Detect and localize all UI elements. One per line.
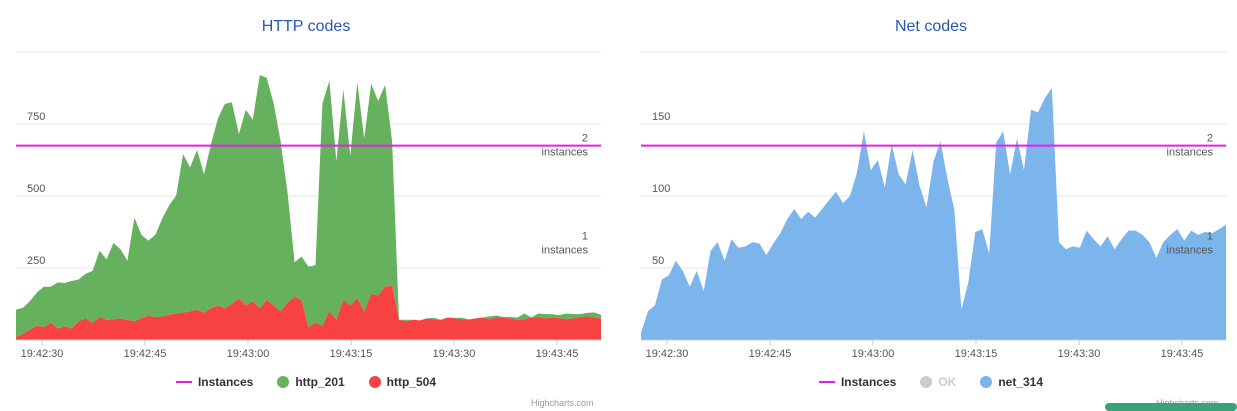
legend-label: net_314: [998, 374, 1044, 389]
legend-dot-symbol: [277, 375, 290, 388]
x-tick-label: 19:43:15: [955, 348, 998, 360]
legend-line-symbol: [818, 380, 835, 383]
x-tick-label: 19:42:30: [21, 348, 64, 360]
legend-label: Instances: [197, 374, 254, 389]
plot-line-label: 1: [582, 231, 588, 243]
net-codes-panel: Net codes 50 100 150 2 instances 1 instances 19…: [625, 0, 1237, 411]
y-tick-label: 100: [652, 183, 670, 195]
legend-dot-symbol: [368, 375, 381, 388]
y-tick-label: 750: [27, 111, 45, 123]
plot-line-label: instances: [542, 147, 589, 159]
chart-legend: Instances OK net_314: [625, 374, 1237, 389]
x-tick-label: 19:42:45: [749, 348, 792, 360]
legend-item-instances[interactable]: Instances: [818, 374, 897, 389]
scroll-indicator[interactable]: [1105, 403, 1237, 411]
legend-dot-symbol: [980, 375, 993, 388]
legend-dot-symbol: [920, 375, 933, 388]
legend-item-net_314[interactable]: net_314: [980, 375, 1043, 389]
legend-item-http_201[interactable]: http_201: [277, 374, 345, 389]
legend-item-instances[interactable]: Instances: [175, 374, 254, 389]
x-tick-label: 19:43:30: [1058, 348, 1101, 360]
legend-line-symbol: [175, 380, 192, 383]
series-area-net_314: [641, 88, 1226, 340]
legend-label: Instances: [840, 374, 897, 389]
legend-label: http_504: [386, 374, 437, 389]
x-tick-label: 19:43:45: [1161, 348, 1204, 360]
legend-label: http_201: [295, 374, 345, 389]
y-tick-label: 500: [27, 183, 45, 195]
x-tick-label: 19:43:30: [433, 348, 476, 360]
series-area-http_201: [16, 75, 601, 338]
x-tick-label: 19:42:45: [124, 348, 167, 360]
x-tick-label: 19:43:45: [536, 348, 579, 360]
plot-line-label: 1: [1207, 231, 1213, 243]
chart-legend: Instances http_201 http_504: [0, 374, 612, 389]
plot-line-label: instances: [542, 245, 589, 257]
plot-line-label: instances: [1167, 147, 1214, 159]
http-codes-chart: 250 500 750 2 instances 1 instances 19:42:30 19:…: [16, 51, 601, 360]
plot-line-label: 2: [1207, 133, 1213, 145]
legend-label: OK: [938, 374, 957, 389]
x-tick-label: 19:43:15: [330, 348, 373, 360]
credits-link[interactable]: Highcharts.com: [531, 398, 594, 408]
y-tick-label: 250: [27, 255, 45, 267]
x-tick-label: 19:43:00: [852, 348, 895, 360]
legend-item-ok[interactable]: OK: [920, 375, 956, 389]
legend-item-http_504[interactable]: http_504: [368, 374, 437, 389]
y-tick-label: 50: [652, 255, 664, 267]
plot-line-label: instances: [1167, 245, 1214, 257]
y-tick-label: 150: [652, 111, 670, 123]
net-codes-chart: 50 100 150 2 instances 1 instances 19:42:30 19:4…: [641, 51, 1226, 360]
x-tick-label: 19:42:30: [646, 348, 689, 360]
plot-line-label: 2: [582, 133, 588, 145]
x-tick-label: 19:43:00: [227, 348, 270, 360]
http-codes-panel: HTTP codes 250 500 750 2 instances 1 instances…: [0, 0, 612, 408]
